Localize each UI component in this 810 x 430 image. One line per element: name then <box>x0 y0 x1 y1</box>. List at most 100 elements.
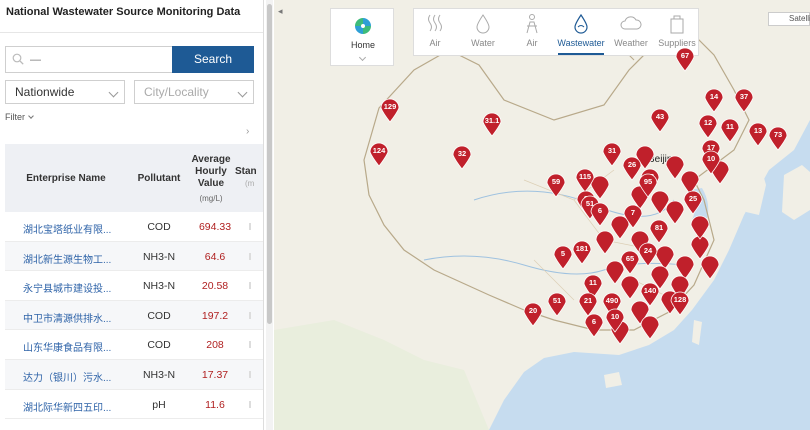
col-header-standard[interactable]: Stan <box>235 166 263 177</box>
map-marker-count: 21 <box>583 296 593 305</box>
value-cell: 694.33 <box>198 221 232 233</box>
map-marker[interactable] <box>664 154 686 180</box>
enterprise-link[interactable]: 中卫市清源供排水... <box>23 310 123 325</box>
cloud-icon <box>620 16 642 30</box>
map-pin-icon <box>595 230 615 255</box>
map-marker[interactable]: 51 <box>546 291 568 317</box>
region-select[interactable]: Nationwide <box>5 80 125 104</box>
map-marker[interactable]: 32 <box>451 144 473 170</box>
side-panel: National Wastewater Source Monitoring Da… <box>0 0 264 430</box>
map-marker[interactable]: 124 <box>368 141 390 167</box>
layer-tab-wastewater[interactable]: Wastewater <box>555 9 607 57</box>
map-marker[interactable]: 11 <box>719 117 741 143</box>
map-marker-count: 81 <box>654 223 664 232</box>
map-marker[interactable]: 129 <box>379 97 401 123</box>
divider <box>0 32 263 33</box>
standard-cell <box>249 341 251 349</box>
enterprise-link[interactable]: 山东华康食品有限... <box>23 339 123 354</box>
map-marker[interactable]: 140 <box>639 281 661 307</box>
map-marker[interactable]: 95 <box>637 172 659 198</box>
map-marker-count: 24 <box>643 246 653 255</box>
map-marker[interactable]: 31.1 <box>481 111 503 137</box>
search-input[interactable] <box>30 50 170 69</box>
map-marker[interactable]: 6 <box>589 201 611 227</box>
map-marker-count: 7 <box>630 208 636 217</box>
map-marker[interactable]: 128 <box>669 290 691 316</box>
layer-tab-air-person[interactable]: Air <box>510 9 554 57</box>
map-marker-count: 51 <box>552 296 562 305</box>
chevron-down-icon <box>108 87 119 98</box>
map-marker[interactable]: 10 <box>700 149 722 175</box>
map-marker[interactable]: 73 <box>767 125 789 151</box>
map-marker[interactable] <box>594 229 616 255</box>
map-marker-count: 11 <box>726 122 734 131</box>
home-logo-icon <box>355 18 371 34</box>
scrollbar-thumb[interactable] <box>267 4 272 324</box>
map-marker[interactable]: 6 <box>583 312 605 338</box>
map-marker[interactable]: 181 <box>571 239 593 265</box>
map-marker[interactable]: 13 <box>747 121 769 147</box>
search-field[interactable] <box>5 46 173 73</box>
map-marker-count: 140 <box>643 286 657 295</box>
map-marker[interactable]: 67 <box>674 46 696 72</box>
table-row[interactable]: 湖北际华新四五印... pH 11.6 <box>5 390 263 420</box>
search-button[interactable]: Search <box>172 46 254 73</box>
map-marker[interactable]: 59 <box>545 172 567 198</box>
table-row[interactable]: 中卫市清源供排水... COD 197.2 <box>5 300 263 331</box>
map-pin-icon <box>700 255 720 280</box>
layer-tab-air[interactable]: Air <box>414 9 456 57</box>
col-header-avg-value[interactable]: Average Hourly Value <box>185 154 237 190</box>
enterprise-link[interactable]: 湖北新生源生物工... <box>23 251 123 266</box>
region-select-value: Nationwide <box>15 85 75 99</box>
map-marker-count: 25 <box>688 194 698 203</box>
map-marker-count: 37 <box>739 92 749 101</box>
table-row[interactable]: 湖北宝塔纸业有限... COD 694.33 <box>5 212 263 242</box>
map-marker-count: 124 <box>372 146 386 155</box>
layer-tab-water[interactable]: Water <box>461 9 505 57</box>
map-marker[interactable]: 7 <box>622 203 644 229</box>
map-marker[interactable]: 37 <box>733 87 755 113</box>
standard-cell <box>249 400 251 408</box>
panel-scrollbar[interactable] <box>266 0 273 430</box>
filter-label: Filter <box>5 112 25 122</box>
map-marker[interactable]: 31 <box>601 141 623 167</box>
map-marker-count: 128 <box>673 295 687 304</box>
map-marker-count: 6 <box>597 206 603 215</box>
map-marker-count: 31 <box>607 146 617 155</box>
enterprise-link[interactable]: 达力（银川）污水... <box>23 369 123 384</box>
collapse-panel-icon[interactable]: ◂ <box>278 6 283 17</box>
map-marker[interactable] <box>699 254 721 280</box>
scroll-right-icon[interactable]: › <box>246 126 249 137</box>
map-pin-icon <box>690 215 710 240</box>
satellite-toggle[interactable]: Satellite <box>768 12 810 26</box>
map-marker[interactable]: 24 <box>637 241 659 267</box>
pollutant-cell: NH3-N <box>142 280 176 293</box>
pollutant-cell: COD <box>147 339 171 352</box>
col-header-pollutant[interactable]: Pollutant <box>133 173 185 184</box>
map-marker[interactable]: 20 <box>522 301 544 327</box>
city-select[interactable]: City/Locality <box>134 80 254 104</box>
map-marker[interactable] <box>689 214 711 240</box>
table-row[interactable]: 山东华康食品有限... COD 208 <box>5 330 263 360</box>
map-marker[interactable]: 10 <box>604 307 626 333</box>
col-header-enterprise[interactable]: Enterprise Name <box>5 173 127 184</box>
map-marker-count: 14 <box>709 92 719 101</box>
enterprise-link[interactable]: 湖北宝塔纸业有限... <box>23 221 123 236</box>
map-marker-count: 10 <box>706 154 716 163</box>
map-marker-count: 13 <box>753 126 763 135</box>
map-marker[interactable] <box>639 314 661 340</box>
enterprise-link[interactable]: 永宁县城市建设投... <box>23 280 123 295</box>
filter-toggle[interactable]: Filter <box>5 112 34 122</box>
enterprise-link[interactable]: 湖北际华新四五印... <box>23 399 123 414</box>
map-marker[interactable]: 14 <box>703 87 725 113</box>
map-marker[interactable]: 25 <box>682 189 704 215</box>
layer-tab-weather[interactable]: Weather <box>609 9 653 57</box>
table-row[interactable]: 达力（银川）污水... NH3-N 17.37 <box>5 359 263 390</box>
table-row[interactable]: 湖北新生源生物工... NH3-N 64.6 <box>5 241 263 272</box>
map-marker-count: 20 <box>528 306 538 315</box>
map-marker[interactable]: 43 <box>649 107 671 133</box>
home-button[interactable]: Home <box>330 8 394 66</box>
map-marker[interactable]: 12 <box>697 113 719 139</box>
map-pin-icon <box>640 315 660 340</box>
table-row[interactable]: 永宁县城市建设投... NH3-N 20.58 <box>5 271 263 301</box>
